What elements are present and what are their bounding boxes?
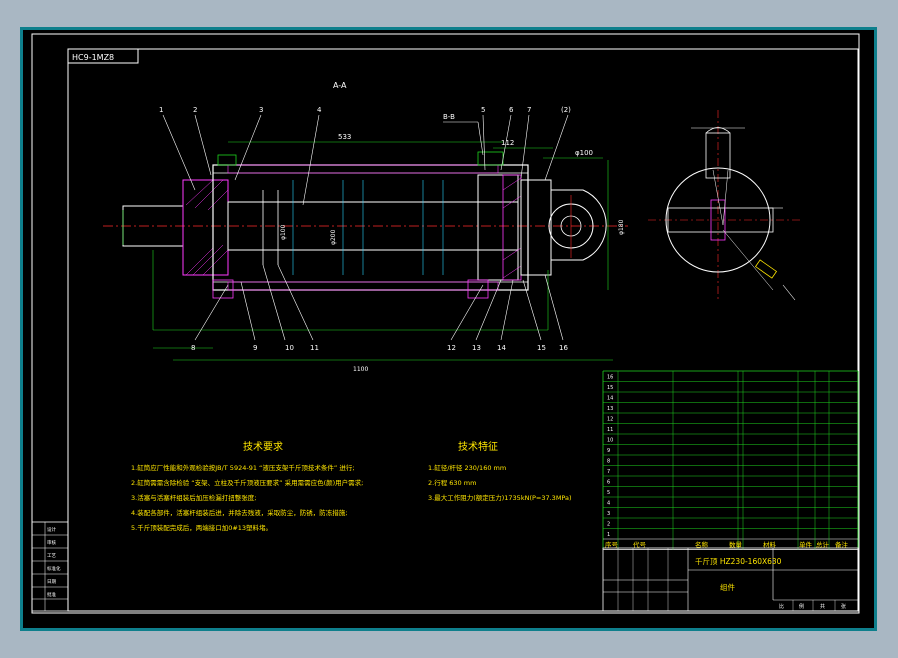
tech-feat-1: 1.缸径/杆径 230/160 mm <box>428 463 506 472</box>
svg-text:16: 16 <box>559 344 568 352</box>
dim-phi100-top: φ100 <box>575 149 593 157</box>
parts-row-index: 4 <box>607 501 610 507</box>
section-label: A-A <box>333 81 347 90</box>
svg-text:2: 2 <box>193 106 197 114</box>
leaders-bottom <box>194 264 564 341</box>
svg-text:1: 1 <box>159 106 163 114</box>
tech-req-2: 2.缸筒需需含除检验 “支架、立柱及千斤顶液压要求” 采用需需应色(颜)用户需求… <box>131 478 363 487</box>
svg-text:7: 7 <box>527 106 531 114</box>
drawing-svg: HC9-1MZ8 A-A φ100 φ200 φ180 533 112 φ100… <box>31 33 860 614</box>
parts-row-index: 9 <box>607 448 610 454</box>
svg-text:审核: 审核 <box>47 539 56 546</box>
corner-code: HC9-1MZ8 <box>72 53 114 62</box>
svg-text:比: 比 <box>779 603 784 610</box>
svg-text:15: 15 <box>537 344 546 352</box>
svg-text:4: 4 <box>317 106 322 114</box>
tech-req-3: 3.活塞与活塞杆组装后加压检漏打扭整张度; <box>131 493 256 502</box>
svg-text:10: 10 <box>285 344 294 352</box>
svg-text:14: 14 <box>497 344 506 352</box>
svg-text:3: 3 <box>259 106 263 114</box>
tech-req-4: 4.装配各部件，活塞杆组装后进，并除去残液，采取防尘，防锈，防冻措施; <box>131 508 347 517</box>
parts-row-index: 15 <box>607 385 613 391</box>
tech-features-title: 技术特征 <box>458 440 498 453</box>
parts-row-index: 6 <box>607 480 610 486</box>
svg-text:工艺: 工艺 <box>47 553 56 559</box>
tech-requirements-title: 技术要求 <box>243 440 283 453</box>
parts-row-index: 11 <box>607 427 613 433</box>
svg-text:9: 9 <box>253 344 257 352</box>
svg-text:批准: 批准 <box>47 591 56 598</box>
parts-row-index: 10 <box>607 438 613 444</box>
dim-phi180: φ180 <box>618 219 625 235</box>
leaders-top <box>162 114 569 206</box>
svg-text:标准化: 标准化 <box>47 565 61 572</box>
parts-row-index: 13 <box>607 406 613 412</box>
parts-row-index: 16 <box>607 375 613 381</box>
dim-533: 533 <box>338 133 351 141</box>
tech-features-list: 1.缸径/杆径 230/160 mm 2.行程 630 mm 3.最大工作阻力(… <box>428 463 572 502</box>
svg-text:张: 张 <box>841 603 846 610</box>
part-numbers-bottom: 8 9 10 11 12 13 14 15 16 <box>191 344 568 352</box>
drawing-canvas: HC9-1MZ8 A-A φ100 φ200 φ180 533 112 φ100… <box>20 27 877 631</box>
dim-phi100: φ100 <box>280 224 287 240</box>
parts-row-index: 1 <box>607 532 610 538</box>
tech-requirements-list: 1.缸筒应厂性能和外观检验按JB/T 5924-91 “液压支架千斤顶技术条件”… <box>131 463 363 532</box>
parts-row-index: 12 <box>607 417 613 423</box>
svg-text:共: 共 <box>820 603 825 610</box>
svg-text:设计: 设计 <box>47 526 56 533</box>
cylinder-section: φ100 φ200 φ180 533 112 φ100 1100 <box>103 133 628 373</box>
parts-table: 16151413121110987654321序号 代号 名称 数量 材料 单件 总计 备注 <box>602 370 859 550</box>
svg-text:日期: 日期 <box>47 579 56 585</box>
tech-req-5: 5.千斤顶装配完成后，两端接口加0#13塑料堵。 <box>131 523 272 532</box>
parts-row-index: 7 <box>607 469 610 475</box>
parts-row-index: 14 <box>607 396 613 402</box>
svg-text:5: 5 <box>481 106 485 114</box>
end-view <box>648 110 803 301</box>
svg-text:11: 11 <box>310 344 319 352</box>
svg-text:例: 例 <box>799 603 804 610</box>
svg-text:12: 12 <box>447 344 456 352</box>
svg-text:13: 13 <box>472 344 481 352</box>
svg-text:6: 6 <box>509 106 514 114</box>
part-numbers-top: 1 2 3 4 5 6 7 (2) B-B <box>159 106 571 121</box>
parts-row-index: 2 <box>607 522 610 528</box>
parts-row-index: 3 <box>607 511 610 517</box>
svg-text:(2): (2) <box>561 106 571 114</box>
drawing-subname: 组件 <box>720 582 735 592</box>
dim-112: 112 <box>501 139 514 147</box>
tech-feat-2: 2.行程 630 mm <box>428 478 476 487</box>
parts-row-index: 5 <box>607 490 610 496</box>
parts-row-index: 8 <box>607 459 610 465</box>
dim-phi200: φ200 <box>330 229 337 245</box>
title-block: 千斤顶 HZ230-160X630 组件 比 例 共 张 <box>602 547 859 612</box>
svg-text:B-B: B-B <box>443 113 455 121</box>
svg-text:8: 8 <box>191 344 195 352</box>
tech-req-1: 1.缸筒应厂性能和外观检验按JB/T 5924-91 “液压支架千斤顶技术条件”… <box>131 463 355 472</box>
drawing-name: 千斤顶 HZ230-160X630 <box>695 556 782 566</box>
left-block: 设计 审核 工艺 标准化 日期 批准 <box>31 521 69 612</box>
tech-feat-3: 3.最大工作阻力(额定压力)1735kN(P=37.3MPa) <box>428 493 572 502</box>
dim-overall: 1100 <box>353 366 368 373</box>
